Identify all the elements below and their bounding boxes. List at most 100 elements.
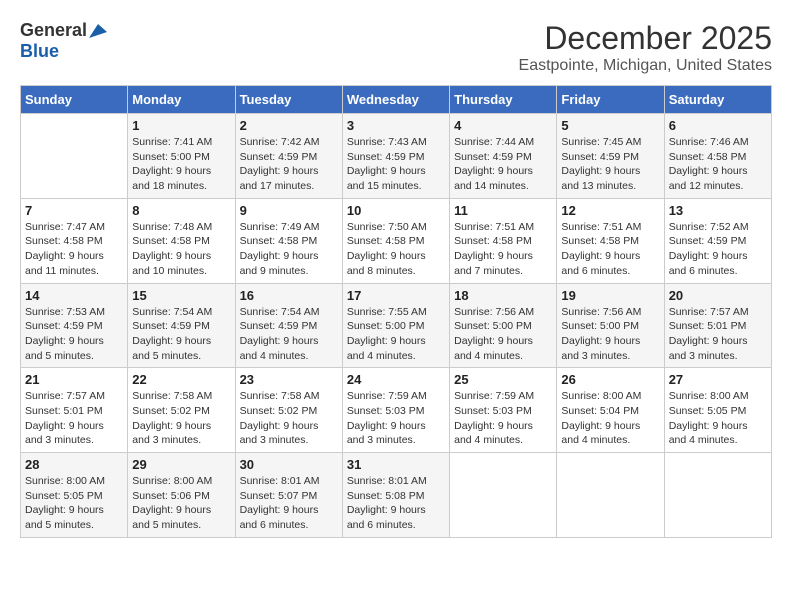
calendar-cell: 21 Sunrise: 7:57 AM Sunset: 5:01 PM Dayli…: [21, 368, 128, 453]
day-number: 12: [561, 203, 659, 218]
day-number: 24: [347, 372, 445, 387]
calendar-week-row: 1Sunrise: 7:41 AM Sunset: 5:00 PM Daylig…: [21, 114, 772, 199]
calendar-cell: 20 Sunrise: 7:57 AM Sunset: 5:01 PM Dayli…: [664, 283, 771, 368]
calendar-cell: 1Sunrise: 7:41 AM Sunset: 5:00 PM Daylig…: [128, 114, 235, 199]
calendar-cell: 23 Sunrise: 7:58 AM Sunset: 5:02 PM Dayli…: [235, 368, 342, 453]
day-number: 17: [347, 288, 445, 303]
page-header: General Blue December 2025 Eastpointe, M…: [20, 20, 772, 75]
header-saturday: Saturday: [664, 86, 771, 114]
day-number: 26: [561, 372, 659, 387]
calendar-cell: 18 Sunrise: 7:56 AM Sunset: 5:00 PM Dayli…: [450, 283, 557, 368]
day-number: 9: [240, 203, 338, 218]
calendar-week-row: 21 Sunrise: 7:57 AM Sunset: 5:01 PM Dayli…: [21, 368, 772, 453]
calendar-cell: 29Sunrise: 8:00 AM Sunset: 5:06 PM Dayli…: [128, 453, 235, 538]
calendar-cell: 22 Sunrise: 7:58 AM Sunset: 5:02 PM Dayli…: [128, 368, 235, 453]
day-number: 16: [240, 288, 338, 303]
day-info: Sunrise: 7:53 AM Sunset: 4:59 PM Dayligh…: [25, 305, 123, 364]
day-info: Sunrise: 7:51 AM Sunset: 4:58 PM Dayligh…: [561, 220, 659, 279]
day-info: Sunrise: 7:42 AM Sunset: 4:59 PM Dayligh…: [240, 135, 338, 194]
calendar-cell: 27Sunrise: 8:00 AM Sunset: 5:05 PM Dayli…: [664, 368, 771, 453]
header-friday: Friday: [557, 86, 664, 114]
day-info: Sunrise: 7:45 AM Sunset: 4:59 PM Dayligh…: [561, 135, 659, 194]
calendar-cell: 26 Sunrise: 8:00 AM Sunset: 5:04 PM Dayli…: [557, 368, 664, 453]
day-info: Sunrise: 7:58 AM Sunset: 5:02 PM Dayligh…: [132, 389, 230, 448]
day-number: 20: [669, 288, 767, 303]
calendar-cell: 6 Sunrise: 7:46 AM Sunset: 4:58 PM Daylig…: [664, 114, 771, 199]
day-info: Sunrise: 7:57 AM Sunset: 5:01 PM Dayligh…: [669, 305, 767, 364]
calendar-cell: [450, 453, 557, 538]
day-info: Sunrise: 7:54 AM Sunset: 4:59 PM Dayligh…: [132, 305, 230, 364]
logo-general-text: General: [20, 20, 87, 41]
calendar-table: SundayMondayTuesdayWednesdayThursdayFrid…: [20, 85, 772, 538]
day-info: Sunrise: 7:57 AM Sunset: 5:01 PM Dayligh…: [25, 389, 123, 448]
calendar-cell: 9 Sunrise: 7:49 AM Sunset: 4:58 PM Daylig…: [235, 198, 342, 283]
location-text: Eastpointe, Michigan, United States: [519, 57, 772, 75]
day-info: Sunrise: 7:49 AM Sunset: 4:58 PM Dayligh…: [240, 220, 338, 279]
header-monday: Monday: [128, 86, 235, 114]
calendar-cell: 15Sunrise: 7:54 AM Sunset: 4:59 PM Dayli…: [128, 283, 235, 368]
day-info: Sunrise: 7:54 AM Sunset: 4:59 PM Dayligh…: [240, 305, 338, 364]
calendar-cell: 7 Sunrise: 7:47 AM Sunset: 4:58 PM Daylig…: [21, 198, 128, 283]
day-info: Sunrise: 7:55 AM Sunset: 5:00 PM Dayligh…: [347, 305, 445, 364]
day-number: 28: [25, 457, 123, 472]
day-info: Sunrise: 7:47 AM Sunset: 4:58 PM Dayligh…: [25, 220, 123, 279]
calendar-cell: 14 Sunrise: 7:53 AM Sunset: 4:59 PM Dayli…: [21, 283, 128, 368]
calendar-cell: 11 Sunrise: 7:51 AM Sunset: 4:58 PM Dayli…: [450, 198, 557, 283]
day-info: Sunrise: 7:52 AM Sunset: 4:59 PM Dayligh…: [669, 220, 767, 279]
day-info: Sunrise: 7:46 AM Sunset: 4:58 PM Dayligh…: [669, 135, 767, 194]
calendar-cell: [557, 453, 664, 538]
day-info: Sunrise: 7:56 AM Sunset: 5:00 PM Dayligh…: [454, 305, 552, 364]
day-number: 14: [25, 288, 123, 303]
calendar-cell: 28 Sunrise: 8:00 AM Sunset: 5:05 PM Dayli…: [21, 453, 128, 538]
day-number: 3: [347, 118, 445, 133]
day-number: 25: [454, 372, 552, 387]
month-title: December 2025: [519, 20, 772, 57]
calendar-week-row: 7 Sunrise: 7:47 AM Sunset: 4:58 PM Daylig…: [21, 198, 772, 283]
day-number: 29: [132, 457, 230, 472]
title-area: December 2025 Eastpointe, Michigan, Unit…: [519, 20, 772, 75]
header-thursday: Thursday: [450, 86, 557, 114]
calendar-cell: 12 Sunrise: 7:51 AM Sunset: 4:58 PM Dayli…: [557, 198, 664, 283]
calendar-cell: 17 Sunrise: 7:55 AM Sunset: 5:00 PM Dayli…: [342, 283, 449, 368]
day-number: 6: [669, 118, 767, 133]
calendar-cell: 2 Sunrise: 7:42 AM Sunset: 4:59 PM Daylig…: [235, 114, 342, 199]
calendar-week-row: 14 Sunrise: 7:53 AM Sunset: 4:59 PM Dayli…: [21, 283, 772, 368]
day-info: Sunrise: 8:00 AM Sunset: 5:04 PM Dayligh…: [561, 389, 659, 448]
calendar-cell: [664, 453, 771, 538]
day-info: Sunrise: 7:59 AM Sunset: 5:03 PM Dayligh…: [347, 389, 445, 448]
day-number: 7: [25, 203, 123, 218]
calendar-cell: 24 Sunrise: 7:59 AM Sunset: 5:03 PM Dayli…: [342, 368, 449, 453]
day-info: Sunrise: 7:56 AM Sunset: 5:00 PM Dayligh…: [561, 305, 659, 364]
day-number: 2: [240, 118, 338, 133]
calendar-cell: 25 Sunrise: 7:59 AM Sunset: 5:03 PM Dayli…: [450, 368, 557, 453]
logo-blue-text: Blue: [20, 41, 59, 61]
calendar-cell: 30Sunrise: 8:01 AM Sunset: 5:07 PM Dayli…: [235, 453, 342, 538]
day-number: 21: [25, 372, 123, 387]
calendar-cell: 31 Sunrise: 8:01 AM Sunset: 5:08 PM Dayli…: [342, 453, 449, 538]
day-number: 5: [561, 118, 659, 133]
day-number: 18: [454, 288, 552, 303]
day-info: Sunrise: 8:01 AM Sunset: 5:08 PM Dayligh…: [347, 474, 445, 533]
day-info: Sunrise: 8:00 AM Sunset: 5:05 PM Dayligh…: [25, 474, 123, 533]
calendar-cell: 4 Sunrise: 7:44 AM Sunset: 4:59 PM Daylig…: [450, 114, 557, 199]
logo-bird-icon: [89, 24, 107, 38]
calendar-cell: 5 Sunrise: 7:45 AM Sunset: 4:59 PM Daylig…: [557, 114, 664, 199]
day-info: Sunrise: 7:44 AM Sunset: 4:59 PM Dayligh…: [454, 135, 552, 194]
day-number: 30: [240, 457, 338, 472]
day-number: 19: [561, 288, 659, 303]
logo: General Blue: [20, 20, 107, 62]
day-number: 22: [132, 372, 230, 387]
calendar-week-row: 28 Sunrise: 8:00 AM Sunset: 5:05 PM Dayli…: [21, 453, 772, 538]
day-number: 23: [240, 372, 338, 387]
day-number: 31: [347, 457, 445, 472]
calendar-cell: 3 Sunrise: 7:43 AM Sunset: 4:59 PM Daylig…: [342, 114, 449, 199]
day-number: 4: [454, 118, 552, 133]
day-number: 27: [669, 372, 767, 387]
day-info: Sunrise: 7:51 AM Sunset: 4:58 PM Dayligh…: [454, 220, 552, 279]
day-number: 11: [454, 203, 552, 218]
day-info: Sunrise: 7:58 AM Sunset: 5:02 PM Dayligh…: [240, 389, 338, 448]
day-number: 1: [132, 118, 230, 133]
calendar-cell: 13Sunrise: 7:52 AM Sunset: 4:59 PM Dayli…: [664, 198, 771, 283]
day-info: Sunrise: 7:59 AM Sunset: 5:03 PM Dayligh…: [454, 389, 552, 448]
day-info: Sunrise: 7:43 AM Sunset: 4:59 PM Dayligh…: [347, 135, 445, 194]
